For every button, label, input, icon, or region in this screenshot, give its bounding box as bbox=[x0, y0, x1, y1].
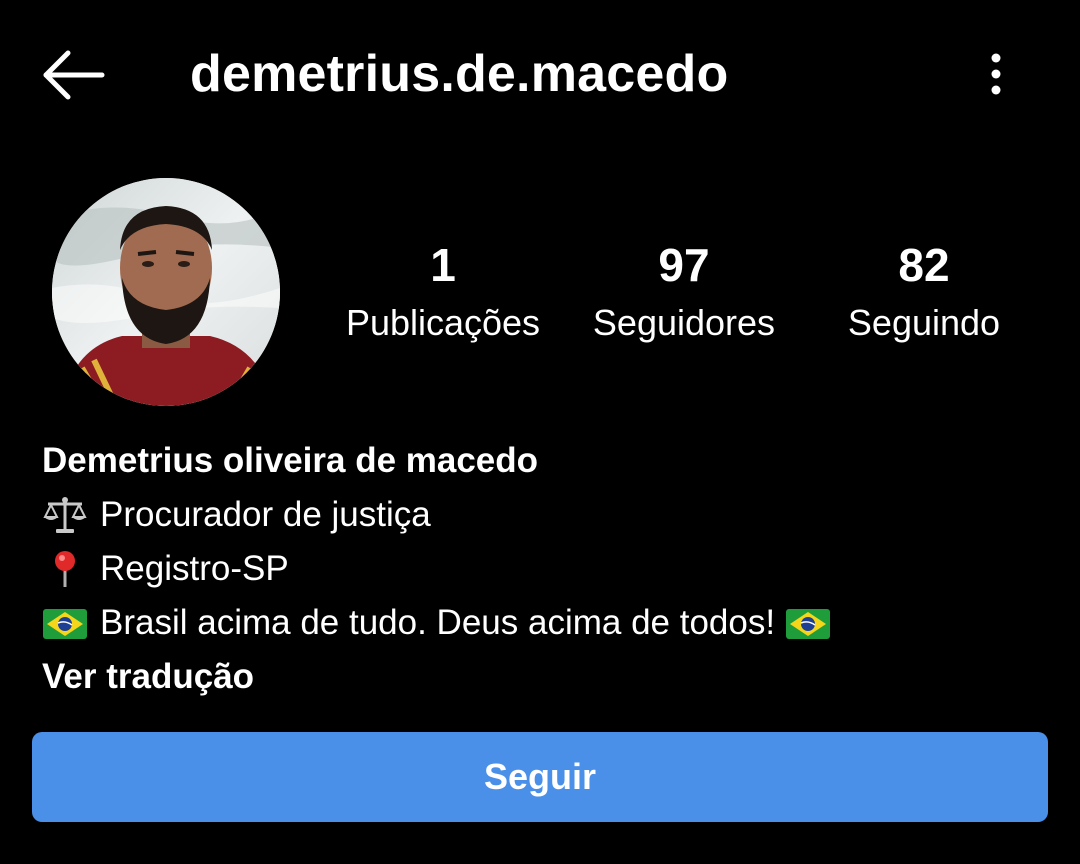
bio-line-occupation: Procurador de justiça bbox=[42, 488, 1042, 542]
more-vertical-icon[interactable] bbox=[976, 50, 1016, 98]
bio-motto-text: Brasil acima de tudo. Deus acima de todo… bbox=[100, 603, 776, 642]
see-translation-link[interactable]: Ver tradução bbox=[42, 650, 1042, 704]
bio-line-motto: Brasil acima de tudo. Deus acima de todo… bbox=[42, 596, 1042, 650]
profile-stats: 1 Publicações 97 Seguidores 82 Seguindo bbox=[322, 236, 1042, 366]
profile-photo bbox=[52, 178, 280, 406]
following-count: 82 bbox=[898, 239, 950, 291]
posts-label: Publicações bbox=[345, 302, 541, 343]
profile-username: demetrius.de.macedo bbox=[190, 45, 729, 103]
map-pin-icon bbox=[55, 551, 75, 587]
bio-line-location: Registro-SP bbox=[42, 542, 1042, 596]
posts-count: 1 bbox=[430, 239, 456, 291]
profile-bio: Demetrius oliveira de macedo Procurador … bbox=[42, 434, 1042, 704]
bio-occupation-text: Procurador de justiça bbox=[100, 495, 431, 534]
bio-full-name: Demetrius oliveira de macedo bbox=[42, 441, 539, 480]
brazil-flag-icon bbox=[43, 609, 87, 639]
follow-button[interactable]: Seguir bbox=[32, 732, 1048, 822]
arrow-left-icon[interactable] bbox=[40, 48, 108, 102]
following-label: Seguindo bbox=[847, 302, 1001, 343]
stat-posts[interactable]: 1 Publicações bbox=[332, 236, 554, 348]
stat-followers[interactable]: 97 Seguidores bbox=[574, 236, 794, 348]
balance-scale-icon bbox=[43, 497, 87, 533]
brazil-flag-icon bbox=[786, 609, 831, 639]
followers-count: 97 bbox=[658, 239, 710, 291]
stat-following[interactable]: 82 Seguindo bbox=[814, 236, 1034, 348]
bio-location-text: Registro-SP bbox=[100, 549, 289, 588]
avatar[interactable] bbox=[52, 178, 280, 406]
top-bar: demetrius.de.macedo bbox=[0, 0, 1080, 150]
followers-label: Seguidores bbox=[592, 302, 776, 343]
